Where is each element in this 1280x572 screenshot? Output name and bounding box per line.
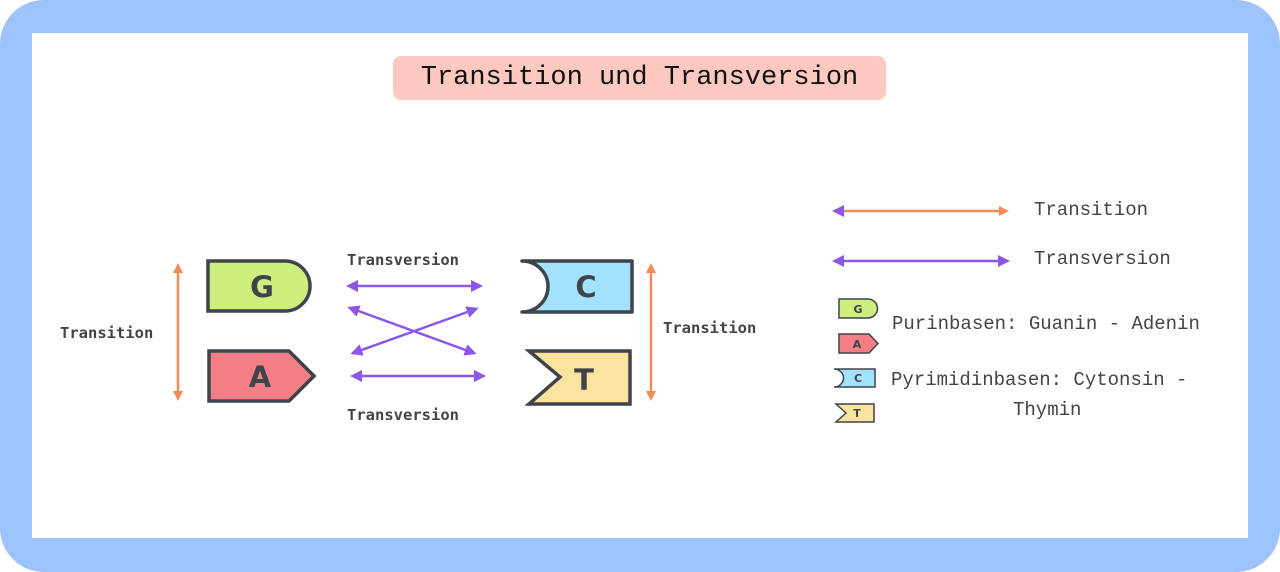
legend-cytosin-icon: C	[833, 368, 876, 388]
base-guanin-letter: G	[250, 270, 274, 304]
legend-guanin-icon: G	[838, 298, 879, 319]
base-cytosin-letter: C	[575, 270, 596, 304]
diagram-graphic: G A C T G A C T	[173, 205, 1010, 423]
legend-transversion-label: Transversion	[1034, 248, 1171, 270]
base-cytosin: C	[520, 259, 634, 314]
bottom-transversion-label: Transversion	[347, 406, 459, 424]
right-transition-label: Transition	[663, 319, 757, 337]
legend-pyrimidine-label-line1: Pyrimidinbasen: Cytonsin -	[891, 369, 1188, 391]
svg-text:G: G	[853, 303, 862, 316]
base-adenin: A	[207, 349, 317, 403]
svg-text:A: A	[853, 338, 862, 351]
legend-transition-label: Transition	[1034, 199, 1149, 221]
top-transversion-label: Transversion	[347, 251, 459, 269]
legend-adenin-icon: A	[838, 333, 880, 354]
legend-purine-label: Purinbasen: Guanin - Adenin	[892, 313, 1200, 335]
svg-text:C: C	[854, 372, 862, 385]
base-guanin: G	[206, 259, 312, 313]
legend-pyrimidine-label-line2: Thymin	[1013, 399, 1082, 421]
left-transition-label: Transition	[60, 324, 154, 342]
legend-thymin-icon: T	[834, 403, 875, 423]
base-adenin-letter: A	[249, 360, 272, 394]
base-thymin-letter: T	[574, 363, 594, 397]
svg-text:T: T	[853, 407, 861, 420]
base-thymin: T	[524, 349, 632, 406]
